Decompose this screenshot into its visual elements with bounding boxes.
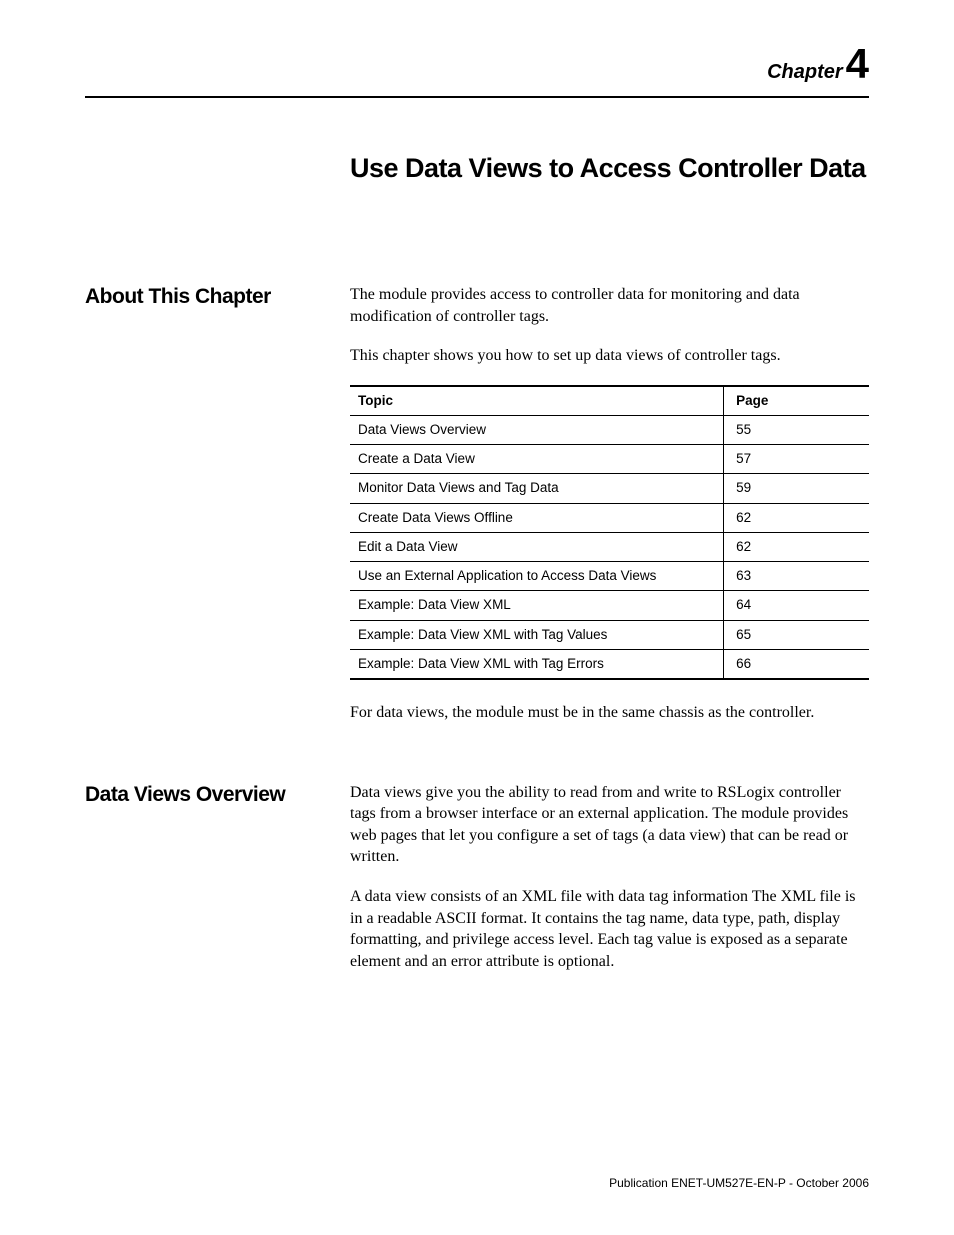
table-cell-page: 64	[724, 591, 869, 620]
table-row: Example: Data View XML with Tag Errors66	[350, 649, 869, 679]
table-cell-page: 63	[724, 562, 869, 591]
table-header-topic: Topic	[350, 386, 724, 416]
table-cell-topic: Create Data Views Offline	[350, 503, 724, 532]
about-para-1: The module provides access to controller…	[350, 284, 869, 327]
table-row: Monitor Data Views and Tag Data59	[350, 474, 869, 503]
table-cell-topic: Create a Data View	[350, 445, 724, 474]
about-heading: About This Chapter	[85, 284, 350, 742]
table-row: Example: Data View XML64	[350, 591, 869, 620]
table-cell-topic: Example: Data View XML	[350, 591, 724, 620]
chapter-title: Use Data Views to Access Controller Data	[350, 153, 869, 184]
table-row: Create Data Views Offline62	[350, 503, 869, 532]
table-cell-page: 62	[724, 503, 869, 532]
chapter-label: Chapter	[767, 61, 843, 83]
chapter-header: Chapter4	[85, 40, 869, 88]
about-para-3: For data views, the module must be in th…	[350, 702, 869, 724]
about-body: The module provides access to controller…	[350, 284, 869, 742]
table-row: Edit a Data View62	[350, 532, 869, 561]
overview-para-1: Data views give you the ability to read …	[350, 782, 869, 868]
table-cell-topic: Example: Data View XML with Tag Errors	[350, 649, 724, 679]
table-cell-topic: Example: Data View XML with Tag Values	[350, 620, 724, 649]
table-cell-topic: Data Views Overview	[350, 416, 724, 445]
table-cell-page: 59	[724, 474, 869, 503]
overview-para-2: A data view consists of an XML file with…	[350, 886, 869, 972]
table-cell-page: 62	[724, 532, 869, 561]
about-section: About This Chapter The module provides a…	[85, 284, 869, 742]
table-row: Create a Data View57	[350, 445, 869, 474]
table-cell-topic: Edit a Data View	[350, 532, 724, 561]
chapter-number: 4	[846, 40, 869, 87]
overview-section: Data Views Overview Data views give you …	[85, 782, 869, 991]
table-row: Data Views Overview55	[350, 416, 869, 445]
table-cell-page: 57	[724, 445, 869, 474]
table-header-row: Topic Page	[350, 386, 869, 416]
table-cell-page: 66	[724, 649, 869, 679]
about-para-2: This chapter shows you how to set up dat…	[350, 345, 869, 367]
table-header-page: Page	[724, 386, 869, 416]
publication-footer: Publication ENET-UM527E-EN-P - October 2…	[609, 1176, 869, 1190]
table-cell-page: 65	[724, 620, 869, 649]
table-cell-page: 55	[724, 416, 869, 445]
table-row: Example: Data View XML with Tag Values65	[350, 620, 869, 649]
overview-body: Data views give you the ability to read …	[350, 782, 869, 991]
overview-heading: Data Views Overview	[85, 782, 350, 991]
table-cell-topic: Monitor Data Views and Tag Data	[350, 474, 724, 503]
header-rule	[85, 96, 869, 98]
table-row: Use an External Application to Access Da…	[350, 562, 869, 591]
table-cell-topic: Use an External Application to Access Da…	[350, 562, 724, 591]
topic-table: Topic Page Data Views Overview55Create a…	[350, 385, 869, 680]
